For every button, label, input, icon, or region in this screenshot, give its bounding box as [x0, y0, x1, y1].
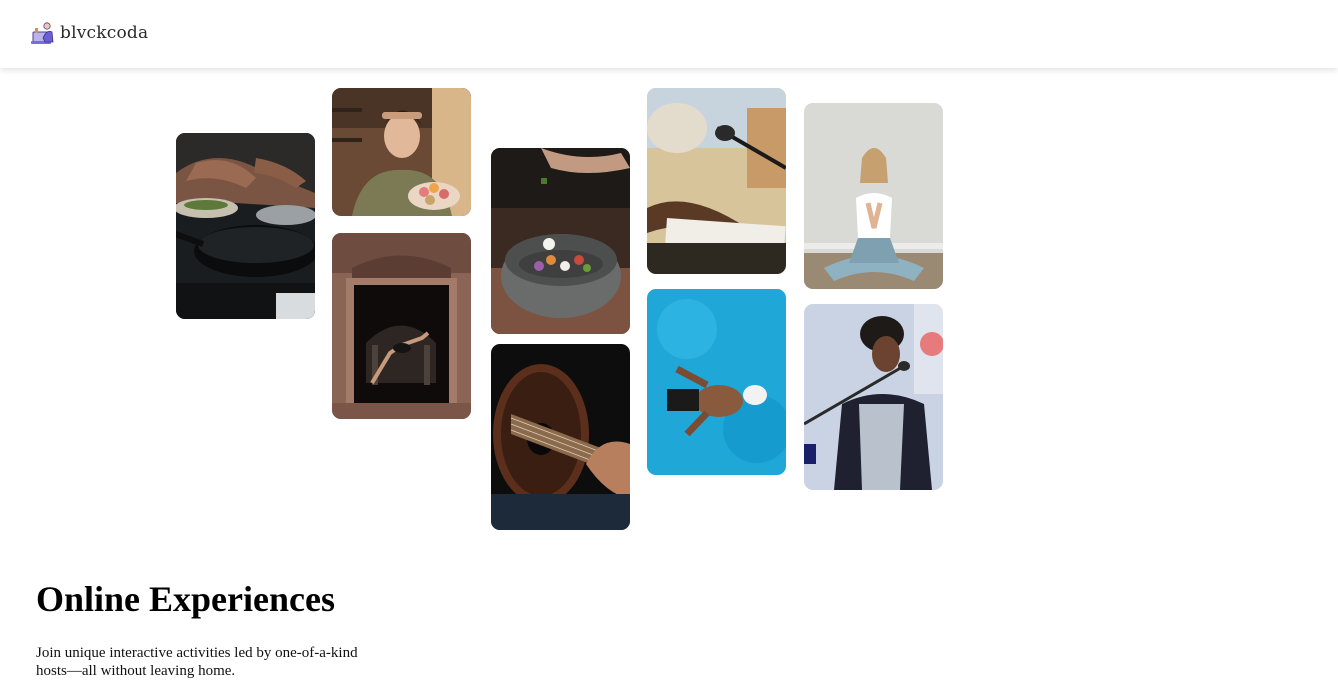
brand-logo-link[interactable]: blvckcoda [30, 20, 148, 46]
page-title: Online Experiences [36, 579, 335, 619]
navbar: blvckcoda [0, 0, 1338, 68]
laptop-person-icon [31, 22, 54, 44]
cooking-pan-photo [176, 133, 315, 319]
singer-photo [804, 304, 943, 490]
dancer-doorway-photo [332, 233, 471, 419]
swimmer-photo [647, 289, 786, 475]
guitar-photo [491, 344, 630, 530]
yoga-photo [804, 103, 943, 289]
brand-name: blvckcoda [60, 23, 149, 43]
bowl-seasoning-photo [491, 148, 630, 334]
piano-microphone-photo [647, 88, 786, 274]
hero-description: Join unique interactive activities led b… [36, 645, 358, 679]
woman-macarons-photo [332, 88, 471, 216]
